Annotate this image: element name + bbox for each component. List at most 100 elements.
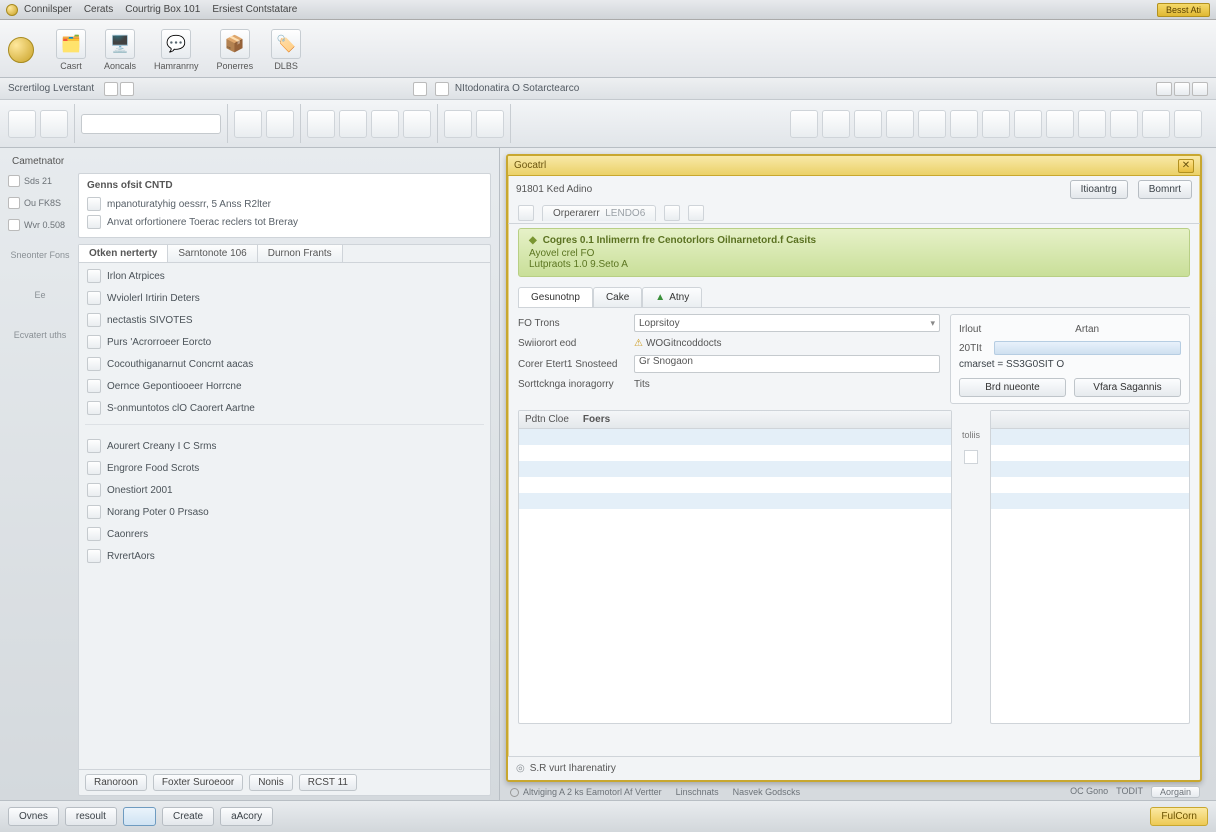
maximize-icon[interactable]	[1174, 82, 1190, 96]
toolbar-icon[interactable]	[1078, 110, 1106, 138]
flip-icon-2[interactable]	[120, 82, 134, 96]
list-item[interactable]: Cocouthiganarnut Concrnt aacas	[85, 355, 484, 373]
status-button-right[interactable]: FulCorn	[1150, 807, 1208, 826]
toolbar-icon[interactable]	[307, 110, 335, 138]
list-item[interactable]: mpanoturatyhig oessrr, 5 Anss R2lter	[87, 195, 482, 213]
list-item[interactable]: nectastis SIVOTES	[85, 311, 484, 329]
toolbar-icon[interactable]	[339, 110, 367, 138]
toolbar-icon[interactable]	[854, 110, 882, 138]
list-item[interactable]: Norang Poter 0 Prsaso	[85, 503, 484, 521]
nav-tab-2[interactable]: ▲Atny	[642, 287, 702, 307]
sidebar-item-2[interactable]: Wvr 0.508	[8, 219, 72, 231]
toolbar-icon[interactable]	[40, 110, 68, 138]
bottom-input[interactable]	[518, 730, 1190, 750]
banner-line-3: Lutpraots 1.0 9.Seto A	[529, 259, 1179, 270]
chip-icon[interactable]	[518, 205, 534, 221]
list-item[interactable]: Purs 'Acrorroeer Eorcto	[85, 333, 484, 351]
status-button-4[interactable]: aAcory	[220, 807, 273, 826]
toolbar-icon[interactable]	[918, 110, 946, 138]
toolbar-icon[interactable]	[8, 110, 36, 138]
breadcrumb-bar: Scrertilog Lverstant NItodonatira O Sota…	[0, 78, 1216, 100]
list-item[interactable]: Oernce Gepontiooeer Horrcne	[85, 377, 484, 395]
list-item[interactable]: Onestiort 2001	[85, 481, 484, 499]
list-tab-0[interactable]: Pdtn Cloe	[525, 414, 569, 425]
toolbar	[0, 100, 1216, 148]
small-input[interactable]	[993, 321, 1063, 337]
toolbar-icon[interactable]	[950, 110, 978, 138]
status-button-0[interactable]: Ovnes	[8, 807, 59, 826]
under-button[interactable]: Aorgain	[1151, 786, 1200, 798]
list-item[interactable]: Irlon Atrpices	[85, 267, 484, 285]
chip-icon[interactable]	[688, 205, 704, 221]
toolbar-icon[interactable]	[371, 110, 399, 138]
toolbar-icon[interactable]	[1174, 110, 1202, 138]
document-title: Gocatrl	[514, 160, 546, 171]
toolbar-icon[interactable]	[266, 110, 294, 138]
close-icon[interactable]: ✕	[1178, 159, 1194, 173]
card-button-1[interactable]: Vfara Sagannis	[1074, 378, 1181, 397]
ribbon-item-1[interactable]: 🖥️Aoncals	[104, 29, 136, 71]
toolbar-icon[interactable]	[1142, 110, 1170, 138]
folder-icon: 🗂️	[56, 29, 86, 59]
chip-icon[interactable]	[664, 205, 680, 221]
ribbon-orb-icon[interactable]	[8, 37, 34, 63]
toolbar-icon[interactable]	[403, 110, 431, 138]
toolbar-icon[interactable]	[1014, 110, 1042, 138]
toolbar-icon[interactable]	[822, 110, 850, 138]
list-item[interactable]: RvrertAors	[85, 547, 484, 565]
search-input[interactable]	[81, 114, 221, 134]
small-input[interactable]	[1111, 321, 1181, 337]
doc-button-0[interactable]: Itioantrg	[1070, 180, 1128, 199]
ribbon-item-0[interactable]: 🗂️Casrt	[56, 29, 86, 71]
ribbon-item-4[interactable]: 🏷️DLBS	[271, 29, 301, 71]
arrow-right-icon[interactable]	[435, 82, 449, 96]
list-item[interactable]: Engrore Food Scrots	[85, 459, 484, 477]
list-tab-1[interactable]: Foers	[583, 414, 610, 425]
nav-tab-0[interactable]: Gesunotnp	[518, 287, 593, 307]
doc-tab-main[interactable]: Orperarerr LENDO6	[542, 205, 656, 221]
list-item[interactable]: Wviolerl Irtirin Deters	[85, 289, 484, 307]
square-icon[interactable]	[964, 450, 978, 464]
list-item[interactable]: Aourert Creany I C Srms	[85, 437, 484, 455]
select-input[interactable]: Loprsitoy	[634, 314, 940, 332]
foot-button-0[interactable]: Ranoroon	[85, 774, 147, 791]
status-button-3[interactable]: Create	[162, 807, 214, 826]
close-icon[interactable]	[1192, 82, 1208, 96]
toolbar-icon[interactable]	[982, 110, 1010, 138]
tab-0[interactable]: Otken nerterty	[79, 245, 168, 262]
sidebar-item-0[interactable]: Sds 21	[8, 175, 72, 187]
list-item[interactable]: Caonrers	[85, 525, 484, 543]
toolbar-icon[interactable]	[790, 110, 818, 138]
doc-button-1[interactable]: Bomnrt	[1138, 180, 1192, 199]
item-icon	[87, 291, 101, 305]
toolbar-icon[interactable]	[234, 110, 262, 138]
minimize-icon[interactable]	[1156, 82, 1172, 96]
toolbar-icon[interactable]	[444, 110, 472, 138]
toolbar-icon[interactable]	[476, 110, 504, 138]
tab-1[interactable]: Sarntonote 106	[168, 245, 257, 262]
toolbar-icon[interactable]	[1046, 110, 1074, 138]
flip-icon[interactable]	[104, 82, 118, 96]
foot-button-2[interactable]: Nonis	[249, 774, 293, 791]
item-icon	[87, 335, 101, 349]
foot-button-3[interactable]: RCST 11	[299, 774, 357, 791]
status-button-1[interactable]: resoult	[65, 807, 117, 826]
left-panel: Cametnator Sds 21 Ou FK8S Wvr 0.508 Genn…	[0, 148, 500, 800]
nav-tab-1[interactable]: Cake	[593, 287, 642, 307]
status-button-2[interactable]	[123, 807, 156, 826]
ribbon-item-3[interactable]: 📦Ponerres	[217, 29, 254, 71]
foot-button-1[interactable]: Foxter Suroeoor	[153, 774, 243, 791]
box-icon	[8, 219, 20, 231]
sidebar-item-1[interactable]: Ou FK8S	[8, 197, 72, 209]
title-seg-3: Courtrig Box 101	[125, 4, 200, 15]
ribbon-item-2[interactable]: 💬Hamranrny	[154, 29, 199, 71]
toolbar-icon[interactable]	[886, 110, 914, 138]
text-input[interactable]: Gr Snogaon	[634, 355, 940, 373]
tab-2[interactable]: Durnon Frants	[258, 245, 343, 262]
radio-icon[interactable]	[510, 788, 519, 797]
card-button-0[interactable]: Brd nueonte	[959, 378, 1066, 397]
arrow-left-icon[interactable]	[413, 82, 427, 96]
list-item[interactable]: S-onmuntotos clO Caorert Aartne	[85, 399, 484, 417]
toolbar-icon[interactable]	[1110, 110, 1138, 138]
list-item[interactable]: Anvat orfortionere Toerac reclers tot Br…	[87, 213, 482, 231]
